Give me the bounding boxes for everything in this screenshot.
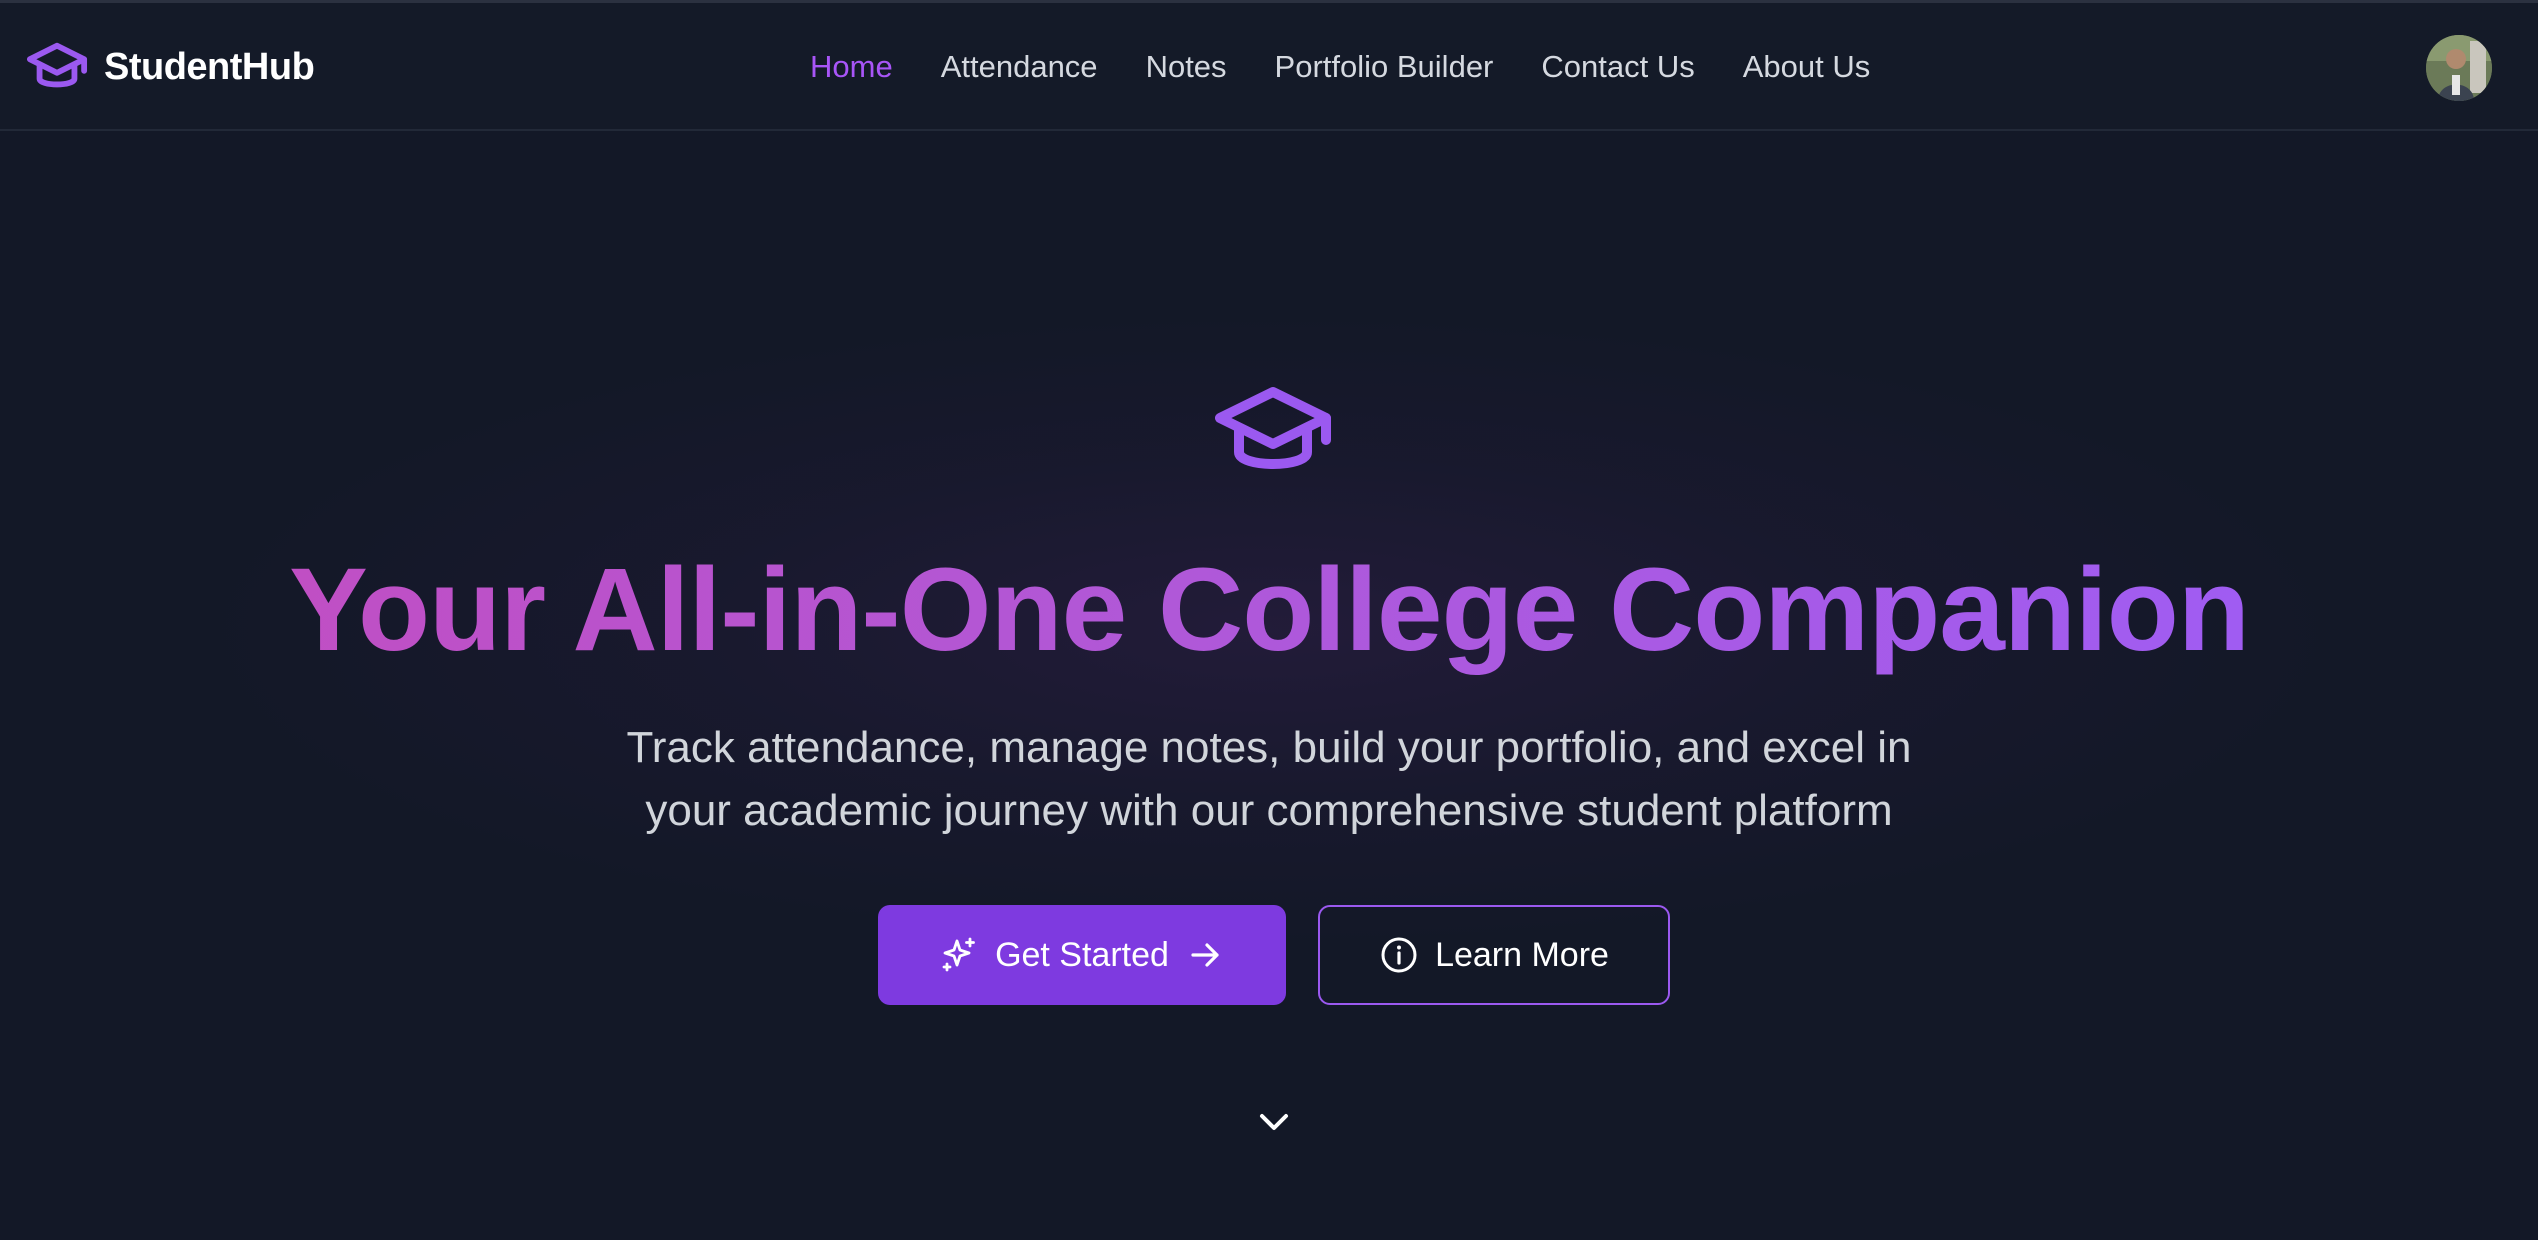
nav-item-attendance[interactable]: Attendance xyxy=(941,49,1098,85)
nav-item-portfolio-builder[interactable]: Portfolio Builder xyxy=(1275,49,1494,85)
learn-more-label: Learn More xyxy=(1435,935,1609,974)
page: StudentHub Home Attendance Notes Portfol… xyxy=(0,0,2538,1240)
brand-name: StudentHub xyxy=(104,45,315,88)
avatar-photo xyxy=(2426,35,2492,101)
nav-item-contact-us[interactable]: Contact Us xyxy=(1541,49,1694,85)
brand-logo-link[interactable]: StudentHub xyxy=(26,3,315,131)
sparkles-icon xyxy=(942,937,975,972)
chevron-down-icon[interactable] xyxy=(1254,1104,1294,1140)
learn-more-button[interactable]: Learn More xyxy=(1318,905,1670,1005)
hero-title: Your All-in-One College Companion xyxy=(0,540,2538,680)
graduation-cap-icon xyxy=(1215,387,1331,469)
nav-item-about-us[interactable]: About Us xyxy=(1743,49,1871,85)
arrow-right-icon xyxy=(1191,943,1219,967)
nav-item-home[interactable]: Home xyxy=(810,49,893,85)
main-nav: Home Attendance Notes Portfolio Builder … xyxy=(810,3,1870,131)
info-circle-icon xyxy=(1381,937,1417,973)
navbar: StudentHub Home Attendance Notes Portfol… xyxy=(0,3,2538,131)
graduation-cap-icon xyxy=(26,42,88,88)
get-started-button[interactable]: Get Started xyxy=(878,905,1286,1005)
hero-subtitle: Track attendance, manage notes, build yo… xyxy=(569,716,1969,842)
hero-subtitle-line-2: your academic journey with our comprehen… xyxy=(645,786,1893,835)
get-started-label: Get Started xyxy=(995,935,1169,974)
hero-subtitle-line-1: Track attendance, manage notes, build yo… xyxy=(626,723,1912,772)
hero-title-text: Your All-in-One College Companion xyxy=(289,544,2250,676)
user-avatar[interactable] xyxy=(2426,35,2492,101)
nav-item-notes[interactable]: Notes xyxy=(1146,49,1227,85)
